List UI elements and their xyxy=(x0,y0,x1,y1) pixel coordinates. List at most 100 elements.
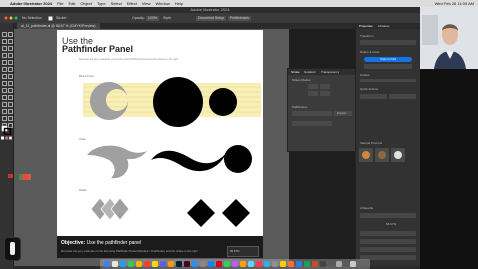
tab-stroke[interactable]: Stroke xyxy=(291,69,300,75)
symbol-sprayer-icon[interactable] xyxy=(1,108,7,114)
menu-file[interactable]: File xyxy=(57,0,63,7)
teams-icon[interactable] xyxy=(160,260,166,267)
expand-button[interactable]: Expand xyxy=(334,111,352,116)
color-mode-buttons[interactable] xyxy=(1,136,12,140)
black-wave-shape[interactable] xyxy=(151,150,227,172)
word-icon[interactable] xyxy=(296,260,302,267)
shape-builder-icon[interactable] xyxy=(1,87,7,93)
appearance-row[interactable] xyxy=(360,247,416,252)
launchpad-icon[interactable] xyxy=(112,260,118,267)
trash-icon[interactable] xyxy=(350,260,356,267)
calendar-icon[interactable] xyxy=(144,260,150,267)
opacity-row[interactable] xyxy=(360,239,416,244)
tab-transparency[interactable]: Transparency xyxy=(321,69,339,75)
unite-example[interactable] xyxy=(87,145,147,179)
photoshop-icon[interactable] xyxy=(176,260,182,267)
eyedropper-icon[interactable] xyxy=(1,101,7,107)
settings-icon[interactable] xyxy=(200,260,206,267)
app-menu[interactable]: Adobe Illustrator 2024 xyxy=(10,0,52,7)
black-diamond-right[interactable] xyxy=(222,199,250,227)
rotate-tool-icon[interactable] xyxy=(1,73,7,79)
menu-help[interactable]: Help xyxy=(175,0,183,7)
magic-wand-icon[interactable] xyxy=(1,38,7,44)
direct-selection-tool-icon[interactable] xyxy=(7,31,13,37)
app-store-icon[interactable] xyxy=(264,260,270,267)
opacity-field[interactable]: 100% xyxy=(146,15,159,21)
curvature-tool-icon[interactable] xyxy=(7,45,13,51)
align-row[interactable] xyxy=(360,231,416,236)
powerpoint-icon[interactable] xyxy=(312,260,318,267)
tab-properties[interactable]: Properties xyxy=(359,23,373,29)
menu-view[interactable]: View xyxy=(142,0,151,7)
fill-stroke-swatches[interactable] xyxy=(1,125,12,135)
photos-icon[interactable] xyxy=(256,260,262,267)
free-transform-icon[interactable] xyxy=(7,80,13,86)
mesh-tool-icon[interactable] xyxy=(1,94,7,100)
intersect-button[interactable] xyxy=(308,91,318,96)
slice-tool-icon[interactable] xyxy=(7,115,13,121)
type-tool-icon[interactable] xyxy=(1,52,7,58)
minus-front-button[interactable] xyxy=(320,84,330,89)
excel-icon[interactable] xyxy=(304,260,310,267)
tab-libraries[interactable]: Libraries xyxy=(378,23,390,29)
guides-slider[interactable] xyxy=(360,79,416,82)
edit-artboard-button[interactable] xyxy=(364,64,412,69)
eraser-tool-icon[interactable] xyxy=(7,66,13,72)
selection-tool-icon[interactable] xyxy=(1,31,7,37)
fill-swatch[interactable] xyxy=(48,13,53,23)
downloads-stack-icon[interactable] xyxy=(336,260,342,267)
scale-tool-icon[interactable] xyxy=(7,73,13,79)
messages-icon[interactable] xyxy=(128,260,134,267)
preferences-button[interactable]: Preferences xyxy=(228,15,251,21)
blend-tool-icon[interactable] xyxy=(7,101,13,107)
graph-tool-icon[interactable] xyxy=(7,108,13,114)
facetime-icon[interactable] xyxy=(224,260,230,267)
finder-icon[interactable] xyxy=(104,260,110,267)
divide-example[interactable] xyxy=(90,197,130,221)
preview-icon[interactable] xyxy=(320,260,326,267)
menu-select[interactable]: Select xyxy=(111,0,122,7)
sample-prompt-thumbnails[interactable] xyxy=(359,148,419,163)
pen-tool-icon[interactable] xyxy=(1,45,7,51)
menu-effect[interactable]: Effect xyxy=(127,0,137,7)
exclude-button[interactable] xyxy=(320,91,330,96)
small-black-circle[interactable] xyxy=(209,88,237,116)
transform-row[interactable] xyxy=(360,40,416,45)
books-icon[interactable] xyxy=(240,260,246,267)
music-icon[interactable] xyxy=(216,260,222,267)
width-tool-icon[interactable] xyxy=(1,80,7,86)
artboard-artwork[interactable] xyxy=(57,30,263,236)
notes-icon[interactable] xyxy=(152,260,158,267)
line-tool-icon[interactable] xyxy=(7,52,13,58)
menu-edit[interactable]: Edit xyxy=(68,0,75,7)
unite-black-circle[interactable] xyxy=(224,145,252,173)
paintbrush-tool-icon[interactable] xyxy=(7,59,13,65)
indesign-icon[interactable] xyxy=(184,260,190,267)
pencil-tool-icon[interactable] xyxy=(1,66,7,72)
terminal-icon[interactable] xyxy=(272,260,278,267)
maps-icon[interactable] xyxy=(248,260,254,267)
menu-object[interactable]: Object xyxy=(80,0,92,7)
gradient-tool-icon[interactable] xyxy=(7,94,13,100)
menu-window[interactable]: Window xyxy=(156,0,170,7)
pathfinder-options-row[interactable] xyxy=(292,121,332,126)
document-setup-panel-button[interactable] xyxy=(360,94,387,99)
artboard-tool-icon[interactable] xyxy=(1,115,7,121)
podcasts-icon[interactable] xyxy=(232,260,238,267)
document-setup-button[interactable]: Document Setup xyxy=(196,15,227,21)
rectangle-tool-icon[interactable] xyxy=(1,59,7,65)
black-diamond-left[interactable] xyxy=(187,199,215,227)
perspective-grid-icon[interactable] xyxy=(7,87,13,93)
divide-button-row[interactable] xyxy=(292,111,332,116)
tab-gradient[interactable]: Gradient xyxy=(304,69,316,75)
chrome-icon[interactable] xyxy=(136,260,142,267)
menu-type[interactable]: Type xyxy=(97,0,106,7)
preferences-panel-button[interactable] xyxy=(389,94,416,99)
artboard-row[interactable] xyxy=(360,213,416,218)
zoom-app-icon[interactable] xyxy=(192,260,198,267)
illustrator-icon[interactable] xyxy=(168,260,174,267)
zoom-hud[interactable]: 66.67% xyxy=(227,246,259,257)
snap-to-grid-button[interactable]: Snap to Grid xyxy=(364,57,412,62)
safari-icon[interactable] xyxy=(120,260,126,267)
mail-icon[interactable] xyxy=(208,260,214,267)
